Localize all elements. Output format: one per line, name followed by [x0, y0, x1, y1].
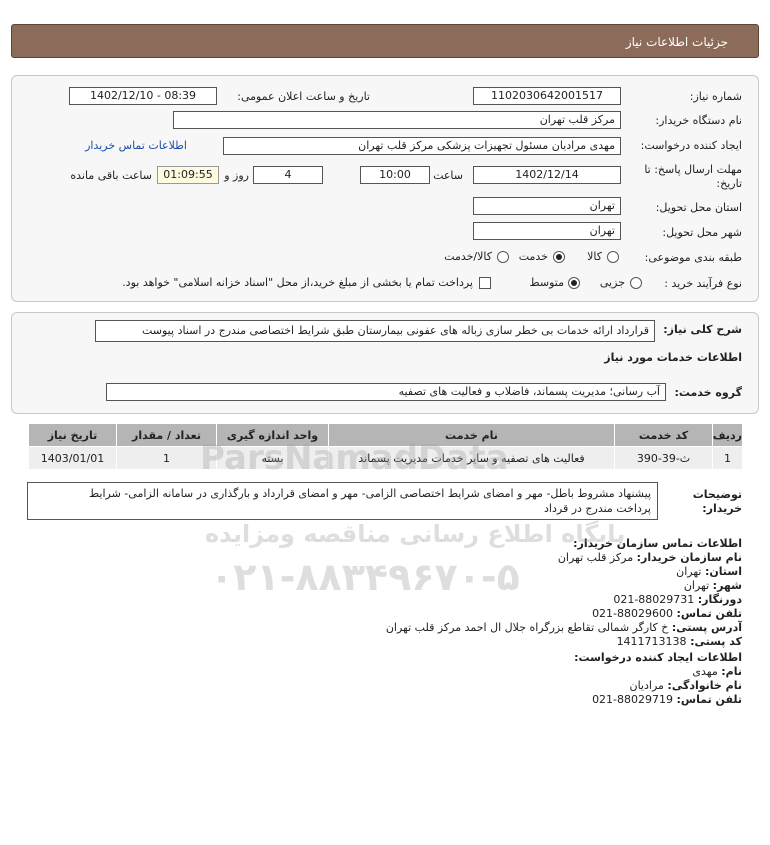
creator-phone-line: تلفن تماس: 021-88029719: [592, 693, 742, 706]
days-label: روز و: [224, 169, 249, 182]
table-row: 1 ث-39-390 فعالیت های تصفیه و سایر خدمات…: [28, 446, 743, 470]
category-label: طبقه بندی موضوعی:: [644, 251, 742, 264]
buyer-contact-title: اطلاعات تماس سازمان خریدار:: [573, 537, 742, 550]
city-label: شهر محل تحویل:: [662, 226, 742, 239]
page-title: جزئیات اطلاعات نیاز: [625, 35, 728, 49]
col-unit: واحد اندازه گیری: [216, 423, 329, 447]
services-table: ردیف کد خدمت نام خدمت واحد اندازه گیری ت…: [28, 423, 743, 470]
category-radio-goods-service[interactable]: [497, 251, 509, 263]
cell-service-code: ث-39-390: [614, 446, 713, 470]
process-radio-minor[interactable]: [630, 277, 642, 289]
buyer-contact-link[interactable]: اطلاعات تماس خریدار: [85, 139, 187, 152]
col-quantity: تعداد / مقدار: [116, 423, 217, 447]
category-radio-service[interactable]: [553, 251, 565, 263]
buyer-org-line: نام سازمان خریدار: مرکز قلب تهران: [558, 551, 742, 564]
buyer-field: مرکز قلب تهران: [173, 111, 621, 129]
announce-label: تاریخ و ساعت اعلان عمومی:: [237, 90, 370, 103]
service-group-label: گروه خدمت:: [674, 386, 742, 399]
cell-service-name: فعالیت های تصفیه و سایر خدمات مدیریت پسم…: [328, 446, 615, 470]
creator-family-label: نام خانوادگی:: [667, 679, 742, 692]
payment-note: پرداخت تمام یا بخشی از مبلغ خرید،از محل …: [122, 276, 473, 289]
need-number-field: 1102030642001517: [473, 87, 621, 105]
deadline-time-field: 10:00: [360, 166, 430, 184]
buyer-address-value: خ کارگر شمالی تقاطع بزرگراه جلال ال احمد…: [385, 621, 669, 634]
col-service-name: نام خدمت: [328, 423, 615, 447]
buyer-city-line: شهر: تهران: [684, 579, 742, 592]
creator-contact-title: اطلاعات ایجاد کننده درخواست:: [574, 651, 742, 664]
remaining-time-field: 01:09:55: [157, 166, 219, 184]
need-number-label: شماره نیاز:: [689, 90, 742, 103]
notes-line-2: پرداخت مندرج در قرداد: [544, 502, 651, 515]
buyer-city-value: تهران: [683, 579, 710, 592]
buyer-fax-line: دورنگار: 021-88029731: [613, 593, 742, 606]
category-radio-goods[interactable]: [607, 251, 619, 263]
category-option-goods-service: کالا/خدمت: [444, 250, 492, 263]
treasury-checkbox[interactable]: [479, 277, 491, 289]
process-option-medium: متوسط: [529, 276, 564, 289]
process-radio-medium[interactable]: [568, 277, 580, 289]
creator-field: مهدی مرادیان مسئول تجهیزات پزشکی مرکز قل…: [223, 137, 621, 155]
buyer-label: نام دستگاه خریدار:: [655, 114, 742, 127]
notes-line-1: پیشنهاد مشروط باطل- مهر و امضای شرایط اخ…: [88, 487, 651, 500]
creator-family-value: مرادیان: [629, 679, 664, 692]
buyer-province-label: استان:: [705, 565, 742, 578]
remaining-label: ساعت باقی مانده: [70, 169, 152, 182]
buyer-phone-line: تلفن تماس: 021-88029600: [592, 607, 742, 620]
creator-family-line: نام خانوادگی: مرادیان: [630, 679, 743, 692]
process-option-minor: جزیی: [599, 276, 625, 289]
creator-name-label: نام:: [721, 665, 742, 678]
buyer-address-line: آدرس پستی: خ کارگر شمالی تقاطع بزرگراه ج…: [386, 621, 742, 634]
notes-box: پیشنهاد مشروط باطل- مهر و امضای شرایط اخ…: [27, 482, 658, 520]
buyer-city-label: شهر:: [712, 579, 742, 592]
creator-name-line: نام: مهدی: [692, 665, 742, 678]
buyer-postal-line: کد پستی: 1411713138: [617, 635, 742, 648]
summary-field: قرارداد ارائه خدمات بی خطر سازی زباله ها…: [95, 320, 655, 342]
buyer-org-value: مرکز قلب تهران: [557, 551, 634, 564]
col-row: ردیف: [712, 423, 743, 447]
watermark-phone: ۰۲۱-۸۸۳۴۹۶۷۰-۵: [210, 555, 520, 599]
cell-unit: بسته: [216, 446, 329, 470]
creator-phone-value: 021-88029719: [592, 693, 674, 706]
city-field: تهران: [473, 222, 621, 240]
announce-field: 1402/12/10 - 08:39: [69, 87, 217, 105]
province-label: استان محل تحویل:: [655, 201, 742, 214]
deadline-time-label: ساعت: [433, 169, 463, 182]
service-group-field: آب رسانی؛ مدیریت پسماند، فاضلاب و فعالیت…: [106, 383, 666, 401]
col-need-date: تاریخ نیاز: [28, 423, 117, 447]
cell-row: 1: [712, 446, 743, 470]
notes-label: توضیحات: [692, 488, 742, 501]
buyer-org-label: نام سازمان خریدار:: [636, 551, 742, 564]
buyer-province-value: تهران: [676, 565, 702, 578]
summary-label: شرح کلی نیاز:: [663, 323, 742, 336]
creator-label: ایجاد کننده درخواست:: [640, 139, 742, 152]
process-label: نوع فرآیند خرید :: [664, 277, 742, 290]
province-field: تهران: [473, 197, 621, 215]
cell-need-date: 1403/01/01: [28, 446, 117, 470]
buyer-province-line: استان: تهران: [676, 565, 742, 578]
buyer-address-label: آدرس پستی:: [671, 621, 742, 634]
buyer-phone-value: 021-88029600: [592, 607, 674, 620]
deadline-label-date: تاریخ:: [716, 177, 742, 190]
category-option-goods: کالا: [587, 250, 602, 263]
col-service-code: کد خدمت: [614, 423, 713, 447]
page-header: جزئیات اطلاعات نیاز: [11, 24, 759, 58]
buyer-postal-value: 1411713138: [616, 635, 687, 648]
days-field: 4: [253, 166, 323, 184]
table-header-row: ردیف کد خدمت نام خدمت واحد اندازه گیری ت…: [28, 423, 743, 447]
buyer-fax-value: 021-88029731: [613, 593, 695, 606]
deadline-date-field: 1402/12/14: [473, 166, 621, 184]
buyer-fax-label: دورنگار:: [697, 593, 742, 606]
buyer-postal-label: کد پستی:: [690, 635, 742, 648]
deadline-label: مهلت ارسال پاسخ: تا: [644, 163, 742, 176]
notes-label-buyer: خریدار:: [702, 502, 742, 515]
creator-phone-label: تلفن تماس:: [676, 693, 742, 706]
buyer-phone-label: تلفن تماس:: [676, 607, 742, 620]
cell-quantity: 1: [116, 446, 217, 470]
need-details-panel: [11, 75, 759, 302]
creator-name-value: مهدی: [692, 665, 718, 678]
watermark-slogan: پایگاه اطلاع رسانی مناقصه ومزایده: [205, 520, 626, 548]
services-title: اطلاعات خدمات مورد نیاز: [604, 351, 742, 364]
category-option-service: خدمت: [518, 250, 548, 263]
